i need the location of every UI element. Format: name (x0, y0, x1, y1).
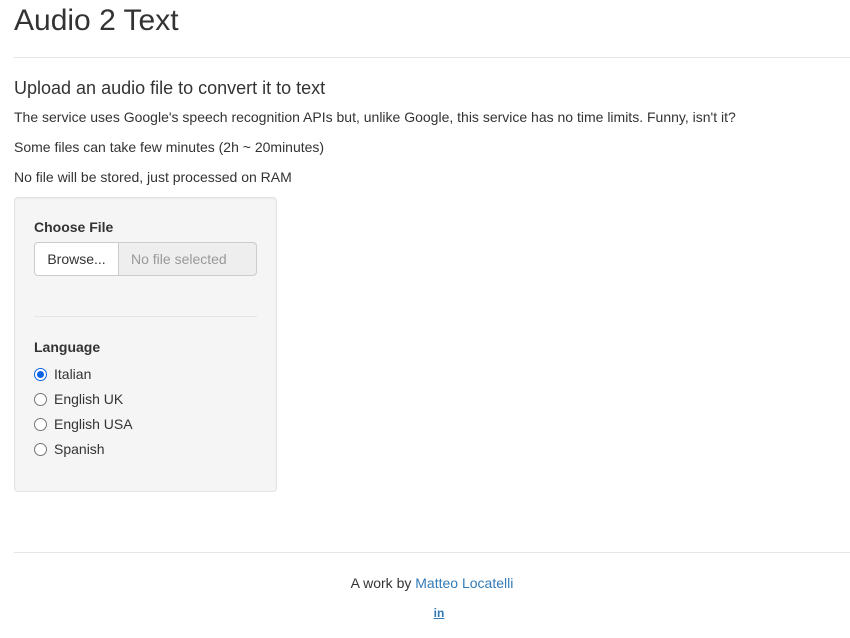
author-link[interactable]: Matteo Locatelli (415, 575, 513, 591)
radio-unchecked-icon[interactable] (34, 393, 47, 406)
page-title: Audio 2 Text (14, 4, 179, 37)
language-option-english-usa[interactable]: English USA (34, 412, 133, 437)
linkedin-icon[interactable]: in (431, 605, 447, 621)
file-input-group: Browse... No file selected (34, 242, 257, 276)
language-option-label: Italian (54, 365, 92, 382)
panel-divider (34, 316, 257, 317)
header-divider (14, 57, 850, 58)
upload-heading: Upload an audio file to convert it to te… (14, 78, 326, 98)
language-option-label: English UK (54, 390, 124, 407)
language-label: Language (34, 339, 101, 355)
radio-unchecked-icon[interactable] (34, 418, 47, 431)
language-option-label: Spanish (54, 440, 105, 457)
browse-button[interactable]: Browse... (34, 242, 119, 276)
page: Audio 2 Text Upload an audio file to con… (0, 0, 850, 638)
upload-panel: Choose File Browse... No file selected L… (14, 197, 277, 492)
radio-unchecked-icon[interactable] (34, 443, 47, 456)
language-option-italian[interactable]: Italian (34, 362, 133, 387)
language-radio-group: Italian English UK English USA Spanish (34, 362, 133, 462)
intro-text-service: The service uses Google's speech recogni… (14, 109, 736, 125)
intro-text-duration: Some files can take few minutes (2h ~ 20… (14, 139, 325, 155)
footer-credit: A work by Matteo Locatelli (14, 573, 850, 593)
intro-text-storage: No file will be stored, just processed o… (14, 169, 292, 185)
footer-divider (14, 552, 850, 553)
radio-checked-icon[interactable] (34, 368, 47, 381)
footer-prefix: A work by (350, 575, 412, 591)
language-option-label: English USA (54, 415, 133, 432)
language-option-spanish[interactable]: Spanish (34, 437, 133, 462)
file-name-field[interactable]: No file selected (119, 242, 257, 276)
language-option-english-uk[interactable]: English UK (34, 387, 133, 412)
file-input-label: Choose File (34, 219, 114, 235)
